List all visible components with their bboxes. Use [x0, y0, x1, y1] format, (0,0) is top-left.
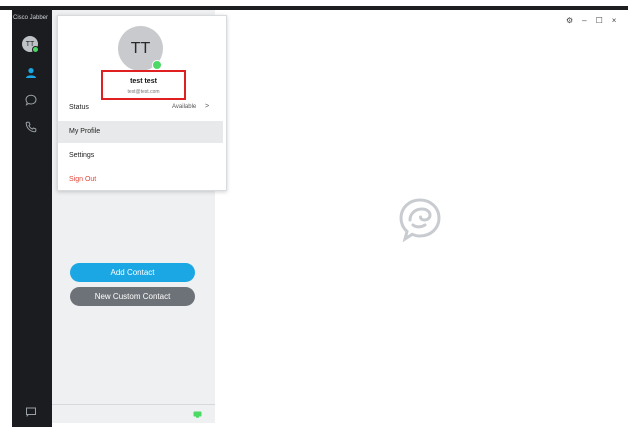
minimize-icon[interactable]: –	[582, 16, 586, 25]
panel-footer-divider	[52, 404, 215, 405]
rail-avatar[interactable]: TT	[22, 36, 39, 53]
phone-icon[interactable]	[25, 121, 37, 133]
highlight-box	[101, 70, 186, 100]
profile-avatar-initials: TT	[130, 39, 151, 57]
menu-item-my-profile[interactable]: My Profile	[58, 121, 223, 143]
app-title: Cisco Jabber	[13, 15, 49, 21]
add-contact-button[interactable]: Add Contact	[70, 263, 195, 282]
menu-item-settings[interactable]: Settings	[69, 152, 94, 159]
rail-presence-dot	[32, 46, 39, 53]
menu-item-label: My Profile	[69, 128, 101, 135]
device-status-icon[interactable]	[193, 411, 202, 418]
new-custom-contact-button[interactable]: New Custom Contact	[70, 287, 195, 306]
user-name: test test	[130, 78, 157, 85]
jabber-logo-icon	[399, 198, 441, 242]
chevron-right-icon[interactable]: >	[205, 103, 209, 110]
status-label: Status	[69, 104, 89, 111]
user-email: test@test.com	[127, 89, 160, 95]
screen-share-icon[interactable]	[25, 407, 37, 418]
gear-icon[interactable]: ⚙	[566, 16, 573, 25]
maximize-icon[interactable]: ☐	[596, 16, 603, 25]
status-value[interactable]: Available	[172, 104, 196, 110]
close-icon[interactable]: ×	[612, 16, 617, 25]
menu-item-sign-out[interactable]: Sign Out	[69, 176, 96, 183]
window-controls: ⚙ – ☐ ×	[566, 15, 616, 25]
presence-dot	[152, 60, 162, 70]
chat-icon[interactable]	[25, 94, 37, 106]
profile-avatar[interactable]: TT	[118, 26, 163, 71]
contacts-icon[interactable]	[25, 67, 37, 79]
